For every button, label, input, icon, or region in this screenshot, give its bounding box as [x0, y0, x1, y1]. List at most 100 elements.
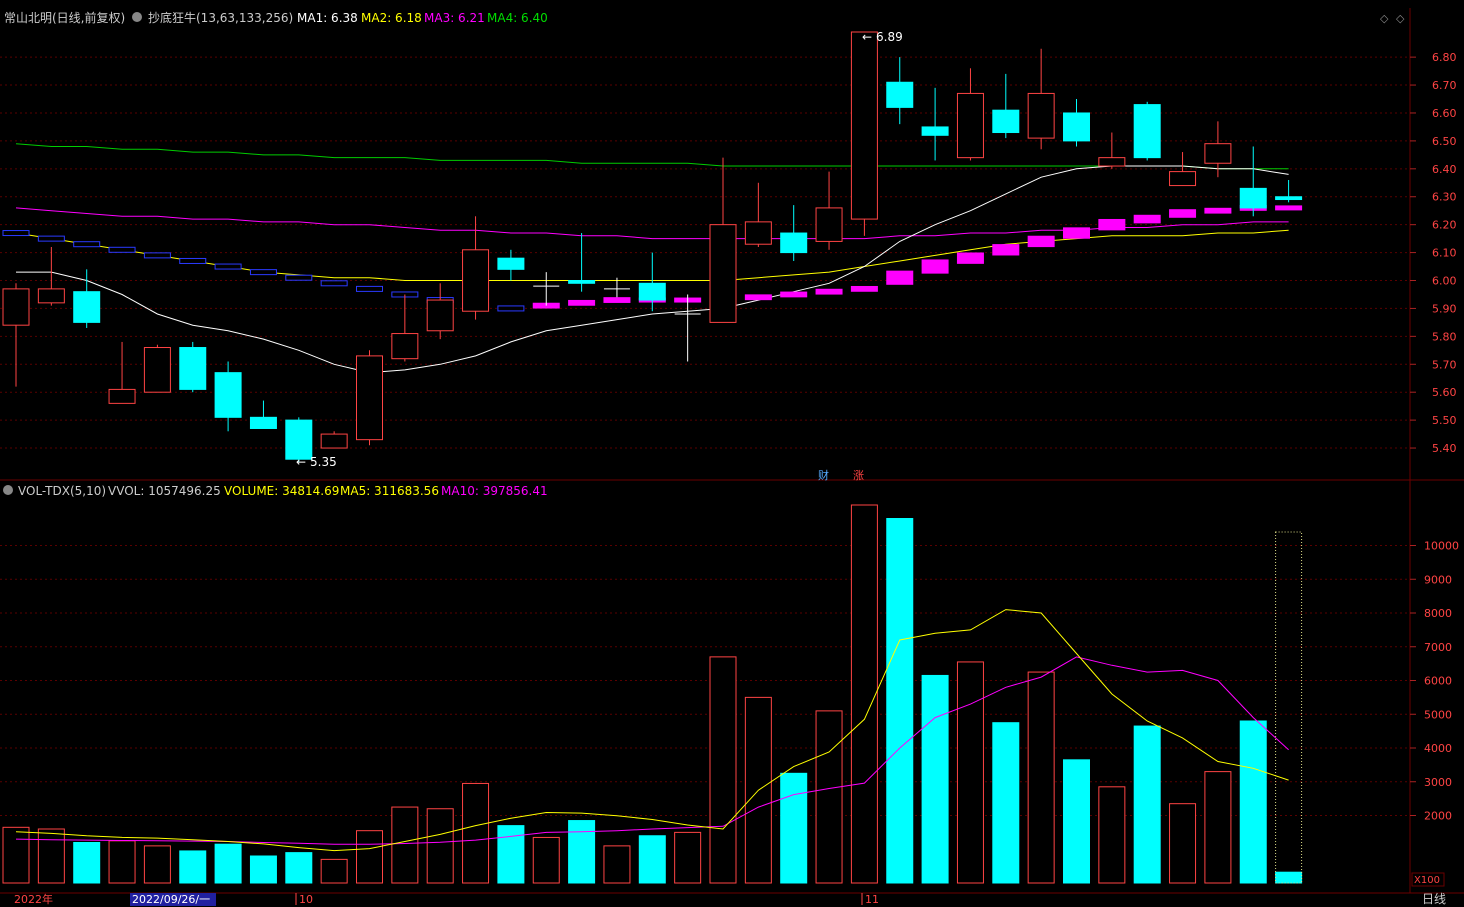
candle-body: [992, 109, 1020, 134]
volume-unit-label: X100: [1414, 875, 1440, 886]
vol-ma5-line: [15, 609, 1289, 852]
volume-bar: [568, 820, 596, 884]
stair-block: [886, 270, 914, 285]
month-11-label: 11: [865, 893, 879, 906]
volume-label: VOLUME: 34814.69: [224, 484, 339, 498]
price-tick-label: 5.50: [1432, 414, 1457, 427]
diamond-icon[interactable]: ◇: [1396, 12, 1405, 25]
candle-body: [1239, 187, 1267, 209]
candle-body: [391, 333, 419, 360]
candle-body: [921, 126, 949, 136]
candle-body: [108, 388, 136, 404]
date-cursor-label: 2022/09/26/一: [132, 893, 210, 906]
stair-block: [1027, 235, 1055, 248]
stair-block: [992, 244, 1020, 256]
stair-block: [179, 257, 207, 264]
high-label: 6.89: [876, 30, 903, 44]
volume-bar: [1063, 759, 1090, 884]
indicator-dropdown-icon[interactable]: [132, 12, 142, 22]
stair-block: [285, 274, 313, 281]
volume-bar: [320, 858, 348, 884]
stair-block: [815, 288, 843, 295]
volume-bar: [1239, 720, 1267, 884]
candle-body: [815, 207, 843, 242]
ma3-line: [15, 207, 1289, 240]
stair-block: [780, 291, 808, 298]
candle-body: [780, 232, 808, 254]
volume-bar: [992, 722, 1020, 884]
stair-block: [2, 230, 30, 237]
stair-block: [1275, 205, 1303, 211]
volume-bar: [37, 828, 65, 884]
price-tick-label: 5.60: [1432, 386, 1457, 399]
volume-header: VOL-TDX(5,10) VVOL: 1057496.25 VOLUME: 3…: [3, 484, 548, 498]
grid: [0, 56, 1410, 816]
stair-block: [249, 269, 277, 276]
candle-body: [2, 288, 30, 326]
volume-bar: [886, 518, 914, 884]
candle-body: [285, 419, 313, 460]
volume-bars[interactable]: [2, 504, 1303, 884]
stair-block: [320, 280, 348, 287]
volume-tick-label: 3000: [1424, 776, 1452, 789]
candle-body: [744, 221, 772, 245]
diamond-icon[interactable]: ◇: [1380, 12, 1389, 25]
volume-bar: [815, 710, 843, 884]
rise-event-icon[interactable]: 涨: [853, 469, 864, 482]
candle-body: [638, 282, 666, 301]
ma3-label: MA3: 6.21: [424, 11, 485, 25]
volume-bar: [1204, 771, 1232, 884]
volume-bar: [850, 504, 878, 884]
stair-block: [356, 285, 383, 292]
price-tick-label: 6.10: [1432, 247, 1457, 260]
price-tick-label: 5.40: [1432, 442, 1457, 455]
volume-bar: [956, 661, 984, 884]
volume-tick-label: 4000: [1424, 742, 1452, 755]
volume-bar: [709, 656, 737, 884]
volume-bar: [1027, 671, 1055, 884]
volume-bar: [780, 772, 808, 884]
candle-body: [143, 347, 171, 393]
candle-body: [73, 291, 101, 323]
stair-block: [214, 263, 242, 270]
candle-body: [179, 347, 207, 390]
stock-chart[interactable]: 6.80 6.70 6.60 6.50 6.40 6.30 6.20 6.10 6.00 5.90…: [0, 0, 1464, 907]
candle-body: [1027, 92, 1055, 139]
candle-body: [1204, 143, 1232, 164]
candle-body: [886, 81, 914, 108]
candle-body: [320, 433, 348, 449]
stair-block: [1169, 209, 1197, 218]
volume-bar: [497, 825, 525, 884]
stair-block: [921, 259, 949, 274]
stair-block: [108, 246, 136, 253]
stair-block: [143, 252, 171, 259]
vol-ma10-label: MA10: 397856.41: [441, 484, 548, 498]
volume-bar: [73, 842, 101, 884]
ma1-label: MA1: 6.38: [297, 11, 358, 25]
stair-block: [744, 294, 772, 301]
candle-body: [497, 257, 525, 270]
price-tick-label: 6.70: [1432, 79, 1457, 92]
volume-dropdown-icon[interactable]: [3, 485, 13, 495]
volume-tick-label: 5000: [1424, 708, 1452, 721]
stair-block: [1098, 218, 1126, 231]
finance-event-icon[interactable]: 财: [818, 468, 829, 482]
period-label[interactable]: 日线: [1422, 892, 1446, 906]
candlesticks[interactable]: [2, 31, 1303, 462]
volume-bar: [1133, 725, 1161, 884]
candle-body: [956, 92, 984, 159]
volume-tick-label: 8000: [1424, 607, 1452, 620]
candle-body: [37, 288, 65, 304]
candle-body: [1169, 171, 1197, 187]
month-10-label: 10: [299, 893, 313, 906]
candle-body: [462, 249, 490, 312]
candle-body: [1098, 157, 1126, 167]
stock-title[interactable]: 常山北明(日线,前复权): [4, 10, 125, 25]
volume-tick-label: 10000: [1424, 540, 1459, 553]
volume-bar: [638, 835, 666, 884]
stair-block: [850, 285, 878, 292]
volume-bar: [391, 806, 419, 884]
stair-block: [37, 235, 65, 242]
volume-bar: [921, 674, 949, 884]
volume-bar: [674, 831, 702, 884]
